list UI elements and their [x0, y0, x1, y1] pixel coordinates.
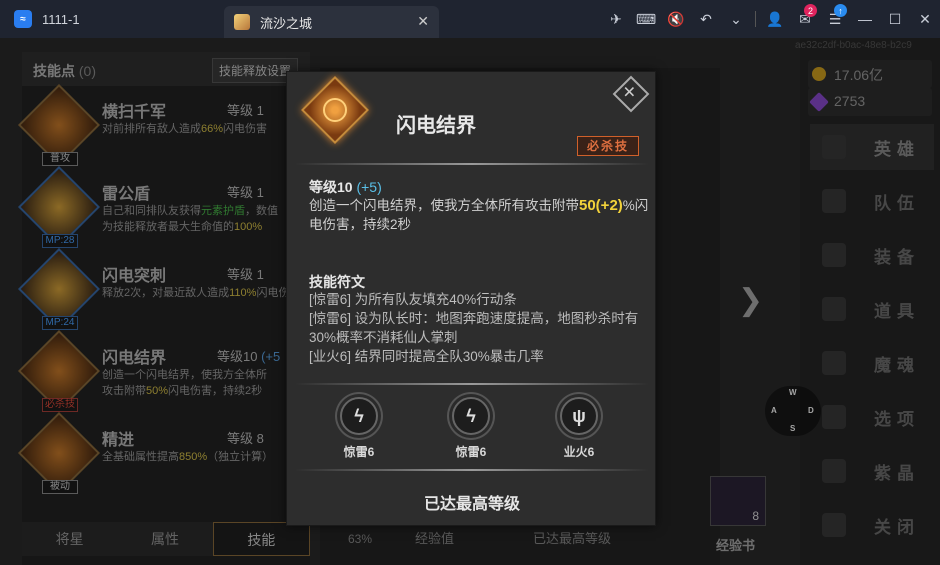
skill-level: 等级10 (+5) — [309, 177, 382, 197]
tab-close-icon[interactable]: ✕ — [417, 13, 429, 30]
window-titlebar: ≈ 1111-1 流沙之城 ✕ ✈ ⌨ 🔇 ↶ ⌄ 👤 ✉ 2 ☰ ↑ — ☐ ✕ — [0, 0, 940, 38]
toolbar: ✈ ⌨ 🔇 ↶ ⌄ 👤 ✉ 2 ☰ ↑ — ☐ ✕ — [601, 0, 940, 38]
desc-text: 创造一个闪电结界，使我方全体所有攻击附带 — [309, 198, 579, 213]
lightning-icon: ϟ — [452, 397, 490, 435]
rune-line: [惊雷6] 为所有队友填充40%行动条 — [309, 292, 517, 307]
divider — [295, 163, 649, 165]
rune-label: 业火6 — [563, 445, 595, 459]
level-bonus: (+5) — [356, 179, 382, 195]
mute-icon[interactable]: 🔇 — [661, 0, 691, 38]
divider — [295, 383, 649, 385]
rune-slot[interactable]: ψ 业火6 — [549, 397, 609, 460]
game-viewport: 技能点 (0) 技能释放设置 普攻 横扫千军 等级 1 对前排所有敌人造成66%… — [0, 38, 940, 565]
update-badge: ↑ — [834, 4, 847, 17]
skill-description: 创造一个闪电结界，使我方全体所有攻击附带50(+2)%闪电伤害，持续2秒 — [309, 196, 649, 234]
rune-list: [惊雷6] 为所有队友填充40%行动条 [惊雷6] 设为队长时：地图奔跑速度提高… — [309, 290, 649, 366]
chevron-down-icon[interactable]: ⌄ — [721, 0, 751, 38]
toolbar-divider — [755, 11, 756, 27]
lightning-icon: ϟ — [340, 397, 378, 435]
modal-close-button[interactable]: ✕ — [612, 75, 650, 113]
divider — [295, 469, 649, 471]
rune-section-title: 技能符文 — [309, 274, 365, 290]
close-window-icon[interactable]: ✕ — [910, 0, 940, 38]
app-logo-icon: ≈ — [14, 10, 32, 28]
minimize-icon[interactable]: — — [850, 0, 880, 38]
undo-icon[interactable]: ↶ — [691, 0, 721, 38]
icon-ring — [318, 93, 352, 127]
rune-label: 惊雷6 — [343, 445, 375, 459]
menu-icon[interactable]: ☰ ↑ — [820, 0, 850, 38]
rune-line: [惊雷6] 设为队长时：地图奔跑速度提高，地图秒杀时有30%概率不消耗仙人掌刺 — [309, 311, 639, 345]
pin-icon[interactable]: ✈ — [601, 0, 631, 38]
mail-icon[interactable]: ✉ 2 — [790, 0, 820, 38]
max-level-text: 已达最高等级 — [423, 496, 520, 513]
level-text: 等级10 — [309, 179, 353, 195]
desc-value: 50(+2) — [579, 197, 623, 214]
rune-label: 惊雷6 — [455, 445, 487, 459]
rune-slot[interactable]: ϟ 惊雷6 — [329, 397, 389, 460]
fire-rune-icon: ψ — [560, 397, 598, 435]
maximize-icon[interactable]: ☐ — [880, 0, 910, 38]
tab-label: 流沙之城 — [260, 15, 313, 31]
lightning-barrier-icon — [301, 76, 369, 144]
user-icon[interactable]: 👤 — [760, 0, 790, 38]
tab-game[interactable]: 流沙之城 ✕ — [224, 6, 439, 38]
modal-title: 闪电结界 — [396, 115, 476, 137]
mail-badge: 2 — [804, 4, 817, 17]
app-title: 1111-1 — [42, 11, 80, 27]
ultimate-badge: 必杀技 — [577, 136, 639, 156]
close-icon: ✕ — [622, 84, 637, 102]
rune-line: [业火6] 结界同时提高全队30%暴击几率 — [309, 349, 544, 364]
rune-slot[interactable]: ϟ 惊雷6 — [441, 397, 501, 460]
skill-detail-modal: 闪电结界 ✕ 必杀技 等级10 (+5) 创造一个闪电结界，使我方全体所有攻击附… — [286, 71, 656, 526]
game-tab-icon — [234, 14, 250, 30]
keyboard-icon[interactable]: ⌨ — [631, 0, 661, 38]
rune-slots: ϟ 惊雷6 ϟ 惊雷6 ψ 业火6 — [287, 397, 657, 465]
